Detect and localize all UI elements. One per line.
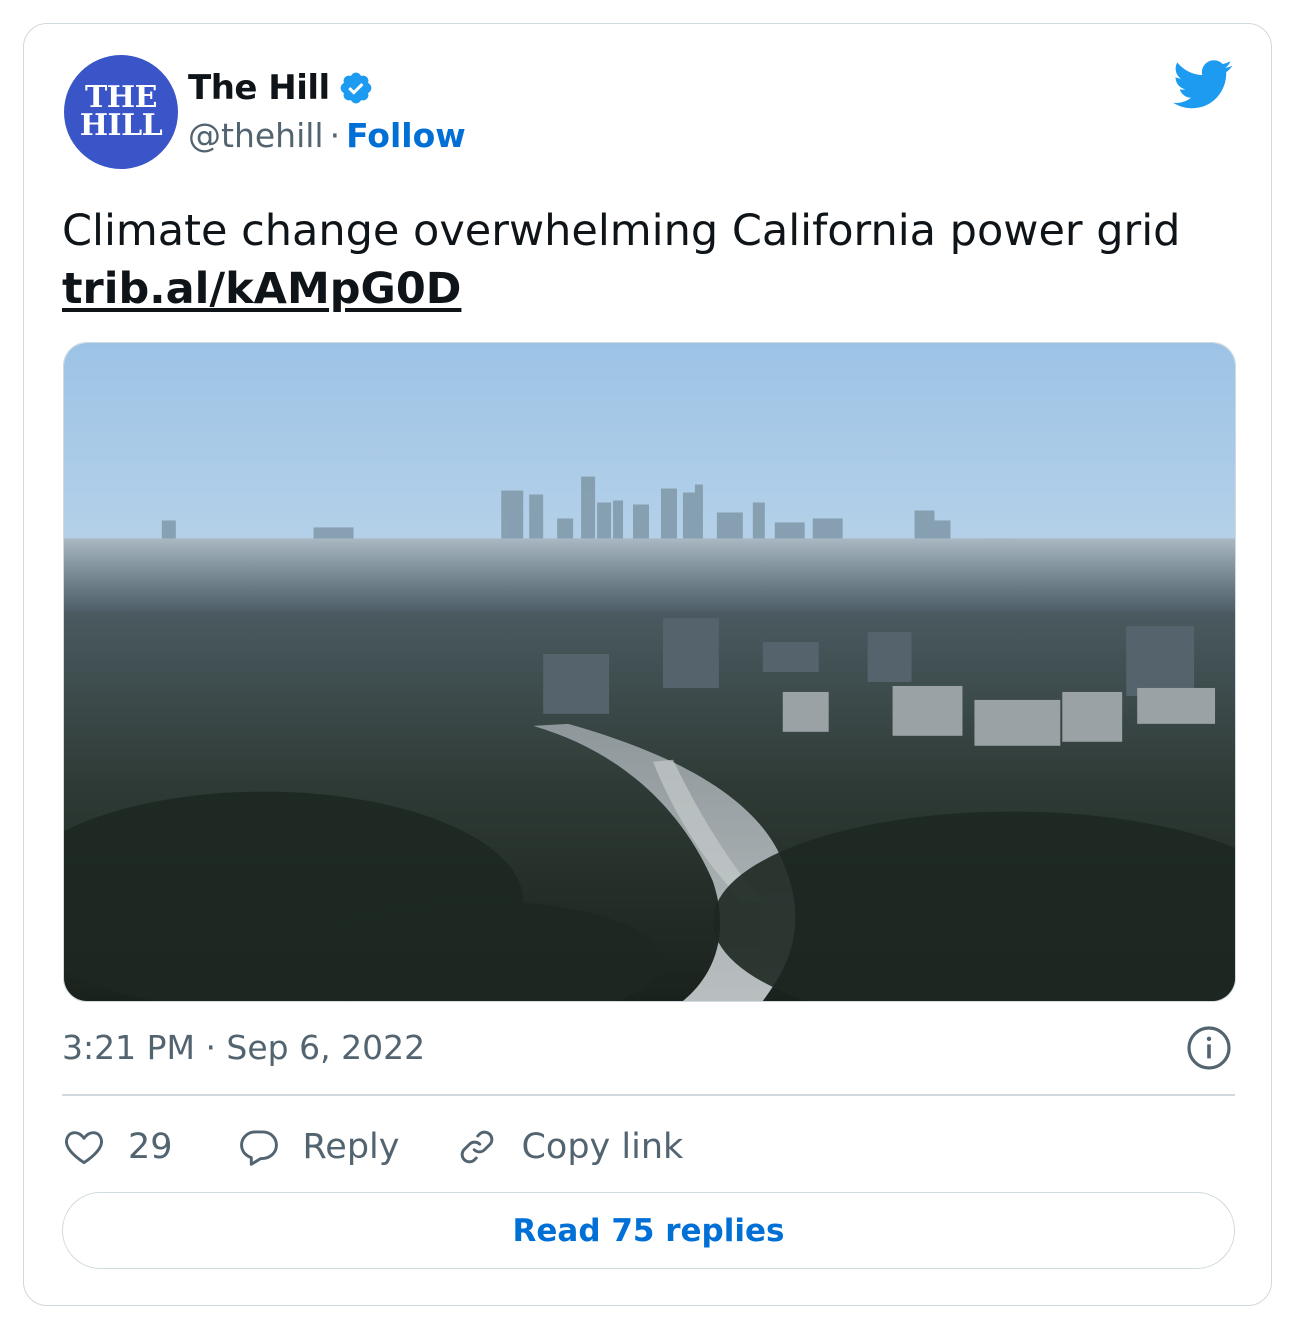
author-row: The Hill xyxy=(188,68,374,108)
twitter-bird-icon[interactable] xyxy=(1173,60,1233,110)
reply-bubble-icon xyxy=(239,1130,278,1166)
divider xyxy=(62,1094,1235,1096)
handle-separator: · xyxy=(329,116,341,155)
follow-button[interactable]: Follow xyxy=(346,116,466,155)
like-button[interactable]: 29 xyxy=(62,1125,173,1169)
like-count: 29 xyxy=(128,1127,173,1167)
link-icon xyxy=(461,1130,494,1164)
author-name[interactable]: The Hill xyxy=(188,68,330,108)
read-replies-button[interactable]: Read 75 replies xyxy=(62,1192,1235,1269)
avatar-logo-line-2: HILL xyxy=(79,108,163,143)
handle-row: @thehill · Follow xyxy=(188,116,466,155)
reply-button[interactable]: Reply xyxy=(237,1125,400,1169)
tweet-card: THE HILL The Hill @thehill · Follow Clim… xyxy=(23,23,1272,1306)
tweet-photo[interactable] xyxy=(63,342,1236,1002)
tweet-timestamp[interactable]: 3:21 PM · Sep 6, 2022 xyxy=(62,1028,425,1067)
tweet-body: Climate change overwhelming California p… xyxy=(62,206,1181,256)
avatar[interactable]: THE HILL xyxy=(64,55,178,169)
copy-link-label: Copy link xyxy=(521,1127,684,1167)
author-handle[interactable]: @thehill xyxy=(188,116,324,155)
tweet-text: Climate change overwhelming California p… xyxy=(62,202,1232,318)
city-skyline-photo-icon xyxy=(64,343,1235,1001)
tweet-link[interactable]: trib.al/kAMpG0D xyxy=(62,260,461,318)
reply-label: Reply xyxy=(302,1127,400,1167)
verified-badge-icon xyxy=(340,72,372,104)
copy-link-button[interactable]: Copy link xyxy=(455,1125,683,1169)
info-icon[interactable] xyxy=(1185,1024,1233,1072)
heart-icon xyxy=(65,1131,103,1165)
action-bar: 29 Reply Copy link xyxy=(62,1117,683,1177)
